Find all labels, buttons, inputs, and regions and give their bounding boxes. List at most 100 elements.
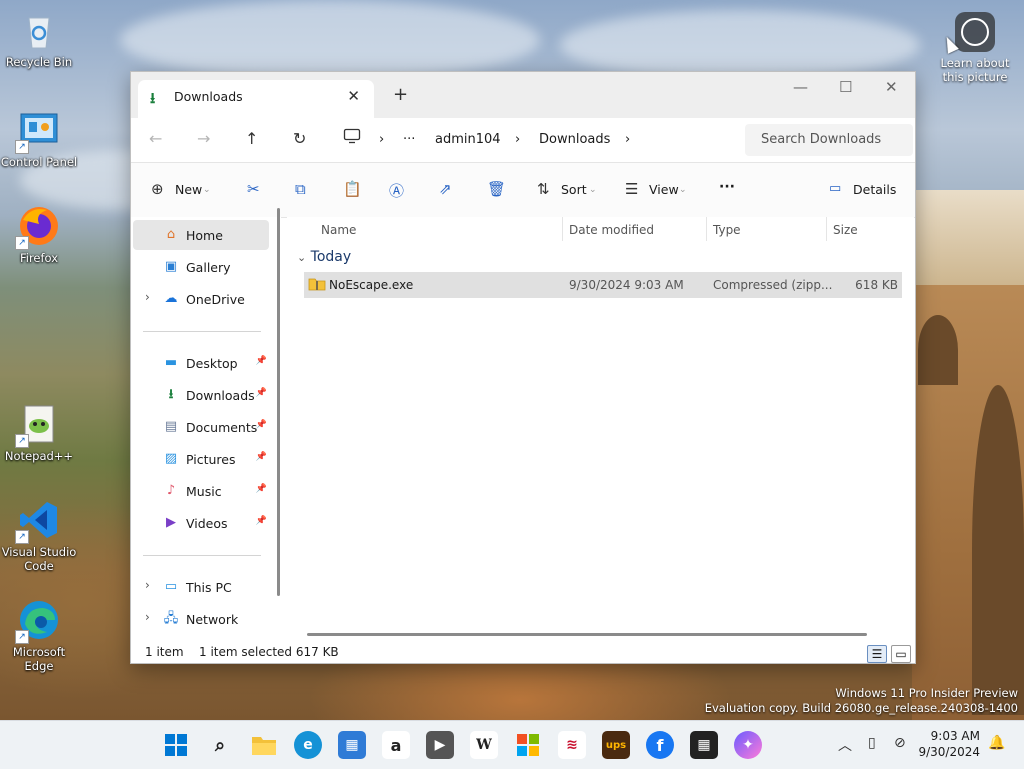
sidebar-item-label: OneDrive <box>186 292 245 307</box>
minimize-button[interactable]: — <box>793 78 808 96</box>
network-status-icon[interactable]: ▯ <box>868 735 876 751</box>
horizontal-scrollbar[interactable] <box>307 633 867 636</box>
network-icon: 🖧 <box>163 611 179 626</box>
sidebar-item-desktop[interactable]: ▬ Desktop 📌 <box>133 348 269 378</box>
refresh-icon[interactable]: ↻ <box>293 129 306 148</box>
desktop-icon-label: Microsoft Edge <box>12 645 66 673</box>
breadcrumb-admin104[interactable]: admin104 <box>435 132 501 147</box>
desktop-icon-edge[interactable]: ↗ Microsoft Edge <box>0 598 78 673</box>
breadcrumb-downloads[interactable]: Downloads <box>539 132 610 147</box>
chevron-right-icon[interactable]: › <box>145 578 150 592</box>
view-button[interactable]: View <box>649 182 679 197</box>
sidebar-item-gallery[interactable]: ▣ Gallery <box>133 252 269 282</box>
monitor-icon[interactable] <box>343 128 361 148</box>
column-header-name[interactable]: Name <box>321 223 356 237</box>
sidebar-item-label: Gallery <box>186 260 231 275</box>
cut-icon[interactable]: ✂ <box>247 180 260 198</box>
column-header-type[interactable]: Type <box>713 223 741 237</box>
desktop-folder-icon: ▬ <box>164 355 178 370</box>
column-header-size[interactable]: Size <box>833 223 858 237</box>
close-button[interactable]: ✕ <box>885 78 898 96</box>
office-grid-icon[interactable] <box>514 731 542 759</box>
file-list: Name Date modified Type Size ⌄ Today NoE… <box>287 217 914 636</box>
desktop-icon-control-panel[interactable]: ↗ Control Panel <box>0 108 78 169</box>
edge-icon[interactable]: e <box>294 731 322 759</box>
desktop-icon-recycle-bin[interactable]: Recycle Bin <box>0 8 78 69</box>
more-options-button[interactable]: ··· <box>719 179 735 195</box>
rename-icon[interactable]: Ⓐ <box>389 180 404 201</box>
paste-icon[interactable]: 📋 <box>343 180 362 198</box>
pictures-icon: ▨ <box>164 451 178 466</box>
new-tab-button[interactable]: + <box>393 84 408 105</box>
gallery-icon: ▣ <box>164 259 178 274</box>
column-divider <box>706 217 707 241</box>
new-button[interactable]: New <box>175 182 202 197</box>
start-windows-icon[interactable] <box>162 731 190 759</box>
wikipedia-icon[interactable]: W <box>470 731 498 759</box>
sidebar-item-pictures[interactable]: ▨ Pictures 📌 <box>133 444 269 474</box>
desktop-icon-label: Control Panel <box>0 155 78 169</box>
file-name: NoEscape.exe <box>329 278 414 292</box>
copy-icon[interactable]: ⧉ <box>295 180 306 198</box>
clock[interactable]: 9:03 AM 9/30/2024 <box>918 728 980 760</box>
copilot-icon[interactable]: ✦ <box>734 731 762 759</box>
facebook-icon[interactable]: f <box>646 731 674 759</box>
file-date: 9/30/2024 9:03 AM <box>569 278 684 292</box>
back-icon[interactable]: ← <box>149 129 162 148</box>
delete-icon[interactable]: 🗑 <box>487 180 506 198</box>
desktop-icon-vscode[interactable]: ↗ Visual Studio Code <box>0 498 78 573</box>
chevron-down-icon: ⌄ <box>203 185 211 195</box>
search-input[interactable]: Search Downloads <box>745 124 913 156</box>
chevron-right-icon[interactable]: › <box>145 610 150 624</box>
maximize-button[interactable]: ☐ <box>839 78 852 96</box>
group-header-today[interactable]: ⌄ Today <box>297 249 351 265</box>
volume-mute-icon[interactable]: ⊘ <box>894 735 906 751</box>
file-explorer-icon[interactable] <box>250 731 278 759</box>
details-view-icon[interactable]: ☰ <box>867 645 887 663</box>
sidebar-item-label: Pictures <box>186 452 236 467</box>
plus-circle-icon: ⊕ <box>151 180 164 198</box>
up-icon[interactable]: ↑ <box>245 129 258 148</box>
command-bar: ⊕ New ⌄ ✂ ⧉ 📋 Ⓐ ⇗ 🗑 ⇅ Sort ⌄ ☰ View ⌄ ··… <box>131 162 915 218</box>
ups-icon[interactable]: ups <box>602 731 630 759</box>
sidebar-item-home[interactable]: ⌂ Home <box>133 220 269 250</box>
sort-button[interactable]: Sort <box>561 182 587 197</box>
sidebar-item-documents[interactable]: ▤ Documents 📌 <box>133 412 269 442</box>
sidebar-item-onedrive[interactable]: › ☁ OneDrive <box>133 284 269 314</box>
buildings <box>914 190 1024 285</box>
sidebar-item-music[interactable]: ♪ Music 📌 <box>133 476 269 506</box>
sidebar-item-downloads[interactable]: ⭳ Downloads 📌 <box>133 380 269 410</box>
desktop-icon-firefox[interactable]: ↗ Firefox <box>0 204 78 265</box>
desktop-icon-notepad-plus-plus[interactable]: ↗ Notepad++ <box>0 402 78 463</box>
store-icon[interactable]: ▦ <box>338 731 366 759</box>
chevron-right-icon[interactable]: › <box>145 290 150 304</box>
sidebar-item-this-pc[interactable]: › ▭ This PC <box>133 572 269 602</box>
notification-bell-icon[interactable]: 🔔 <box>988 735 1005 751</box>
shopping-bag-icon[interactable]: ▦ <box>690 731 718 759</box>
navigation-pane: ⌂ Home ▣ Gallery › ☁ OneDrive ▬ Desktop … <box>131 217 281 627</box>
column-header-date[interactable]: Date modified <box>569 223 654 237</box>
taskbar: ⌕ e ▦ a ▶ W ≋ ups f ▦ ✦ ︿ ▯ ⊘ 9:03 AM 9/… <box>0 720 1024 769</box>
pin-icon: 📌 <box>255 452 267 462</box>
breadcrumb-more[interactable]: ··· <box>403 132 415 147</box>
shortcut-arrow-icon: ↗ <box>15 434 29 448</box>
chevron-up-icon[interactable]: ︿ <box>838 735 852 755</box>
bank-icon[interactable]: ≋ <box>558 731 586 759</box>
status-bar: 1 item 1 item selected 617 KB ☰ ▭ <box>131 641 915 663</box>
share-icon[interactable]: ⇗ <box>439 180 452 198</box>
sidebar-item-network[interactable]: › 🖧 Network <box>133 604 269 634</box>
close-tab-icon[interactable]: ✕ <box>347 87 360 105</box>
tab-downloads[interactable]: ⭳ Downloads ✕ <box>138 80 374 118</box>
search-icon[interactable]: ⌕ <box>206 731 234 759</box>
chevron-right-icon[interactable]: › <box>625 132 630 147</box>
sidebar-scrollbar[interactable] <box>277 208 280 596</box>
media-player-icon[interactable]: ▶ <box>426 731 454 759</box>
chevron-down-icon: ⌄ <box>297 251 307 264</box>
address-bar: ← → ↑ ↻ › ··· admin104 › Downloads › Sea… <box>131 118 915 162</box>
amazon-icon[interactable]: a <box>382 731 410 759</box>
sidebar-item-videos[interactable]: ▶ Videos 📌 <box>133 508 269 538</box>
table-row[interactable]: NoEscape.exe 9/30/2024 9:03 AM Compresse… <box>304 272 902 298</box>
tiles-view-icon[interactable]: ▭ <box>891 645 911 663</box>
details-button[interactable]: Details <box>853 182 896 197</box>
forward-icon[interactable]: → <box>197 129 210 148</box>
